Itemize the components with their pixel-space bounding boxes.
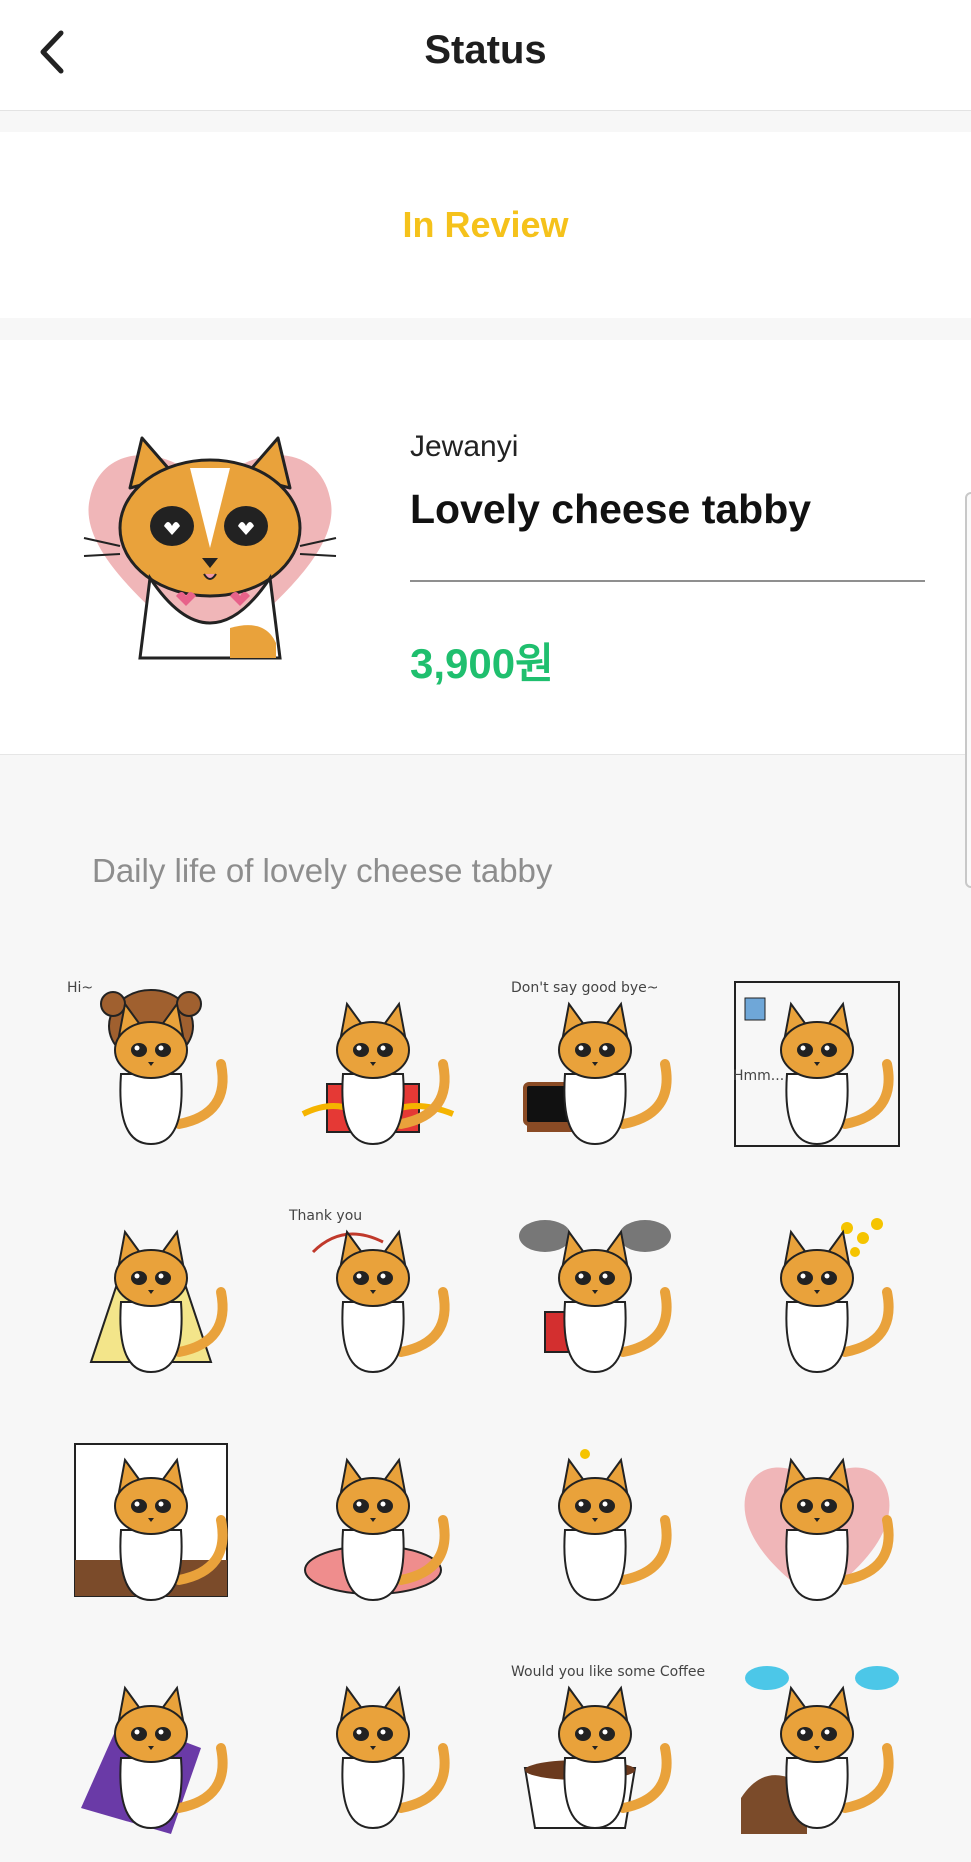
sticker-image (89, 1229, 228, 1374)
pack-description: Daily life of lovely cheese tabby (92, 852, 553, 889)
app-header: Status (0, 0, 971, 111)
sticker-image (74, 1443, 228, 1602)
price-label: 3,900원 (410, 640, 554, 687)
status-badge: In Review (402, 204, 569, 245)
sticker-pack-info: Jewanyi Lovely cheese tabby 3,900원 (0, 340, 971, 888)
scroll-handle[interactable] (965, 492, 971, 888)
sticker-image (81, 1685, 228, 1834)
sticker-cat-jumping[interactable] (484, 1406, 706, 1634)
sticker-cat-thank-you[interactable]: Thank you (262, 1178, 484, 1406)
sticker-cat-window[interactable] (40, 1406, 262, 1634)
sticker-caption: Would you like some Coffee (511, 1664, 705, 1680)
sticker-caption: Thank you (288, 1208, 362, 1224)
status-section: In Review (0, 132, 971, 318)
sticker-cat-necktie[interactable] (262, 1634, 484, 1862)
sticker-image: Hmm... (733, 981, 900, 1147)
sticker-cat-heart-thumbs[interactable] (706, 1406, 928, 1634)
divider (410, 580, 925, 582)
sticker-caption: Hmm... (733, 1068, 784, 1084)
sticker-image (519, 1220, 672, 1374)
sticker-caption: Hi~ (67, 980, 93, 996)
sticker-image (558, 1449, 672, 1602)
sticker-cat-gift-box[interactable] (262, 950, 484, 1178)
sticker-caption: Don't say good bye~ (511, 980, 659, 996)
main-sticker-image (83, 436, 337, 660)
sticker-image (741, 1666, 899, 1834)
sticker-image (780, 1218, 894, 1374)
sticker-cat-table-meal[interactable] (262, 1406, 484, 1634)
sticker-cat-tv-goodbye[interactable]: Don't say good bye~ (484, 950, 706, 1178)
sticker-cat-hmm-door[interactable]: Hmm... (706, 950, 928, 1178)
sticker-cat-coffee-cup[interactable]: Would you like some Coffee (484, 1634, 706, 1862)
sticker-image: Would you like some Coffee (511, 1664, 705, 1830)
sticker-cat-blanket[interactable] (40, 1178, 262, 1406)
pack-title: Lovely cheese tabby (410, 486, 812, 532)
sticker-image (336, 1685, 450, 1830)
page-title: Status (424, 28, 547, 72)
sticker-image: Thank you (288, 1208, 450, 1374)
sticker-image: Don't say good bye~ (511, 980, 672, 1146)
sticker-cat-yoga-mat[interactable] (40, 1634, 262, 1862)
sticker-cat-storm-cloud[interactable] (484, 1178, 706, 1406)
sticker-cat-hi-bear-hat[interactable]: Hi~ (40, 950, 262, 1178)
sticker-grid: Hi~ Don't say good bye~ Hmm... Thank you Wou… (40, 950, 930, 1862)
sticker-cat-flowers[interactable] (706, 1178, 928, 1406)
sticker-image (301, 1001, 455, 1146)
author-name: Jewanyi (410, 430, 519, 463)
sticker-image (304, 1457, 450, 1602)
sticker-cat-blue-clouds[interactable] (706, 1634, 928, 1862)
sticker-image: Hi~ (67, 980, 228, 1146)
sticker-image (744, 1457, 894, 1602)
